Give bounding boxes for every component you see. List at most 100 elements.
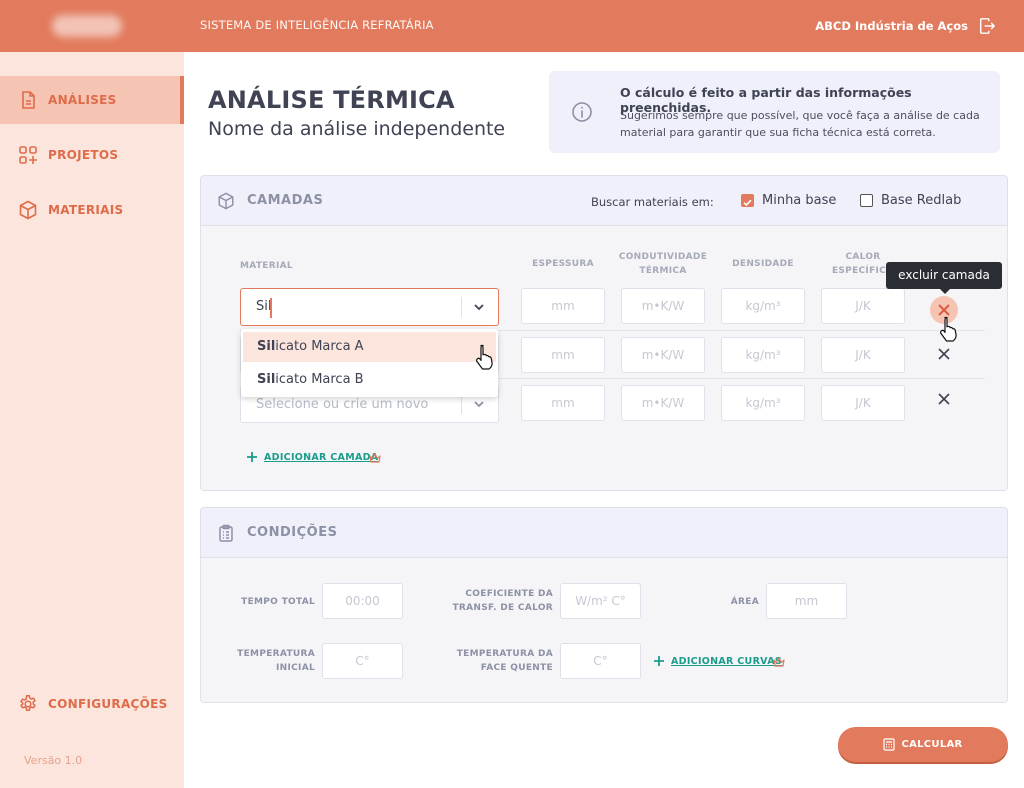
grid-plus-icon (19, 146, 37, 164)
specific-heat-input-row2[interactable]: J/K (821, 337, 905, 373)
crown-icon (773, 657, 785, 667)
system-title: SISTEMA DE INTELIGÊNCIA REFRATÁRIA (200, 18, 434, 32)
close-icon[interactable] (935, 345, 953, 363)
close-icon[interactable] (935, 390, 953, 408)
sidebar: ANÁLISES PROJETOS MATERIAIS CONFIGURAÇÕE… (0, 52, 184, 788)
sidebar-item-label: PROJETOS (48, 148, 119, 162)
hand-cursor-icon (476, 344, 493, 370)
density-input-row2[interactable]: kg/m³ (721, 337, 805, 373)
specific-heat-input-row3[interactable]: J/K (821, 385, 905, 421)
delete-layer-tooltip: excluir camada (886, 262, 1002, 294)
plus-icon[interactable] (653, 655, 665, 667)
initial-temp-input[interactable]: C° (322, 643, 403, 679)
column-conductivity: CONDUTIVIDADE TÉRMICA (616, 250, 710, 278)
gear-icon (20, 695, 36, 711)
company-logo (52, 15, 122, 37)
hot-face-label-line1: TEMPERATURA DA (456, 649, 553, 659)
total-time-label: TEMPO TOTAL (241, 597, 315, 607)
init-temp-label-line1: TEMPERATURA (237, 649, 315, 659)
column-density: DENSIDADE (732, 259, 794, 269)
chevron-down-icon[interactable] (472, 397, 486, 411)
sidebar-item-projetos[interactable]: PROJETOS (0, 131, 184, 179)
search-materials-label: Buscar materiais em: (591, 195, 714, 209)
suggestion-option[interactable]: Silicato Marca A (243, 332, 496, 362)
logout-icon[interactable] (978, 17, 996, 35)
conditions-title: CONDIÇÕES (247, 525, 338, 540)
crown-icon (369, 453, 381, 463)
hot-face-temp-label: TEMPERATURA DA FACE QUENTE (431, 647, 553, 675)
material-placeholder: Selecione ou crie um novo (256, 397, 429, 412)
top-bar: SISTEMA DE INTELIGÊNCIA REFRATÁRIA ABCD … (0, 0, 1024, 52)
density-input-row1[interactable]: kg/m³ (721, 288, 805, 324)
calculate-label: CALCULAR (901, 739, 963, 750)
column-thickness: ESPESSURA (532, 259, 594, 269)
cube-icon (218, 192, 234, 210)
column-conductivity-line2: TÉRMICA (639, 266, 687, 276)
sidebar-item-label: MATERIAIS (48, 203, 124, 217)
material-suggestions-dropdown: Silicato Marca A Silicato Marca B (241, 329, 498, 397)
hand-cursor-icon (940, 316, 957, 342)
total-time-input[interactable]: 00:00 (322, 583, 403, 619)
thickness-input-row2[interactable]: mm (521, 337, 605, 373)
thickness-input-row3[interactable]: mm (521, 385, 605, 421)
sidebar-item-analises[interactable]: ANÁLISES (0, 76, 184, 124)
layers-panel: CAMADAS Buscar materiais em: Minha base … (200, 175, 1008, 491)
base-redlab-checkbox[interactable] (860, 194, 873, 207)
version-label: Versão 1.0 (24, 754, 83, 767)
suggestion-option[interactable]: Silicato Marca B (243, 365, 496, 395)
initial-temp-label: TEMPERATURA INICIAL (221, 647, 315, 675)
heat-transfer-coef-input[interactable]: W/m² C° (560, 583, 641, 619)
heat-transfer-coef-label: COEFICIENTE DA TRANSF. DE CALOR (431, 587, 553, 615)
add-curves-link[interactable]: ADICIONAR CURVAS (671, 656, 782, 667)
document-icon (22, 91, 35, 109)
minha-base-checkbox[interactable] (741, 194, 754, 207)
cube-icon (19, 200, 37, 220)
specific-heat-input-row1[interactable]: J/K (821, 288, 905, 324)
calculate-button[interactable]: CALCULAR (838, 727, 1008, 762)
column-conductivity-line1: CONDUTIVIDADE (618, 252, 708, 262)
base-redlab-label[interactable]: Base Redlab (881, 193, 961, 208)
page-title: ANÁLISE TÉRMICA (208, 86, 455, 114)
select-divider (461, 297, 462, 317)
density-input-row3[interactable]: kg/m³ (721, 385, 805, 421)
suggestion-match: Sil (257, 372, 276, 387)
clipboard-icon (219, 524, 233, 542)
conductivity-input-row1[interactable]: m•K/W (621, 288, 705, 324)
conditions-panel: CONDIÇÕES TEMPO TOTAL 00:00 COEFICIENTE … (200, 507, 1008, 703)
sidebar-item-configuracoes[interactable]: CONFIGURAÇÕES (0, 680, 184, 728)
sidebar-item-label: CONFIGURAÇÕES (48, 697, 168, 711)
material-select-row1[interactable]: Sil (240, 288, 499, 326)
suggestion-rest: icato Marca B (275, 372, 364, 387)
suggestion-rest: icato Marca A (275, 339, 364, 354)
info-icon (572, 102, 592, 122)
sidebar-item-label: ANÁLISES (48, 93, 117, 107)
layers-title: CAMADAS (247, 193, 324, 208)
info-box: O cálculo é feito a partir das informaçõ… (549, 71, 1000, 153)
hot-face-temp-input[interactable]: C° (560, 643, 641, 679)
text-caret (270, 298, 272, 318)
conductivity-input-row2[interactable]: m•K/W (621, 337, 705, 373)
layers-panel-header: CAMADAS Buscar materiais em: Minha base … (201, 176, 1007, 226)
select-divider (461, 394, 462, 414)
init-temp-label-line2: INICIAL (276, 663, 315, 673)
hot-face-label-line2: FACE QUENTE (480, 663, 553, 673)
plus-icon[interactable] (246, 451, 258, 463)
suggestion-match: Sil (257, 339, 276, 354)
area-label: ÁREA (730, 597, 759, 607)
coef-label-line2: TRANSF. DE CALOR (452, 603, 553, 613)
coef-label-line1: COEFICIENTE DA (465, 589, 553, 599)
company-name: ABCD Indústria de Aços (815, 19, 968, 33)
thickness-input-row1[interactable]: mm (521, 288, 605, 324)
minha-base-label[interactable]: Minha base (762, 193, 836, 208)
sidebar-item-materiais[interactable]: MATERIAIS (0, 186, 184, 234)
column-material: MATERIAL (240, 261, 293, 271)
area-input[interactable]: mm (766, 583, 847, 619)
check-icon (743, 199, 752, 207)
add-layer-link[interactable]: ADICIONAR CAMADA (264, 452, 378, 463)
analysis-name[interactable]: Nome da análise independente (208, 118, 505, 140)
conditions-panel-header: CONDIÇÕES (201, 508, 1007, 558)
info-text: Sugerimos sempre que possível, que você … (620, 109, 980, 139)
conductivity-input-row3[interactable]: m•K/W (621, 385, 705, 421)
calculator-icon (883, 738, 896, 751)
chevron-down-icon[interactable] (472, 300, 486, 314)
